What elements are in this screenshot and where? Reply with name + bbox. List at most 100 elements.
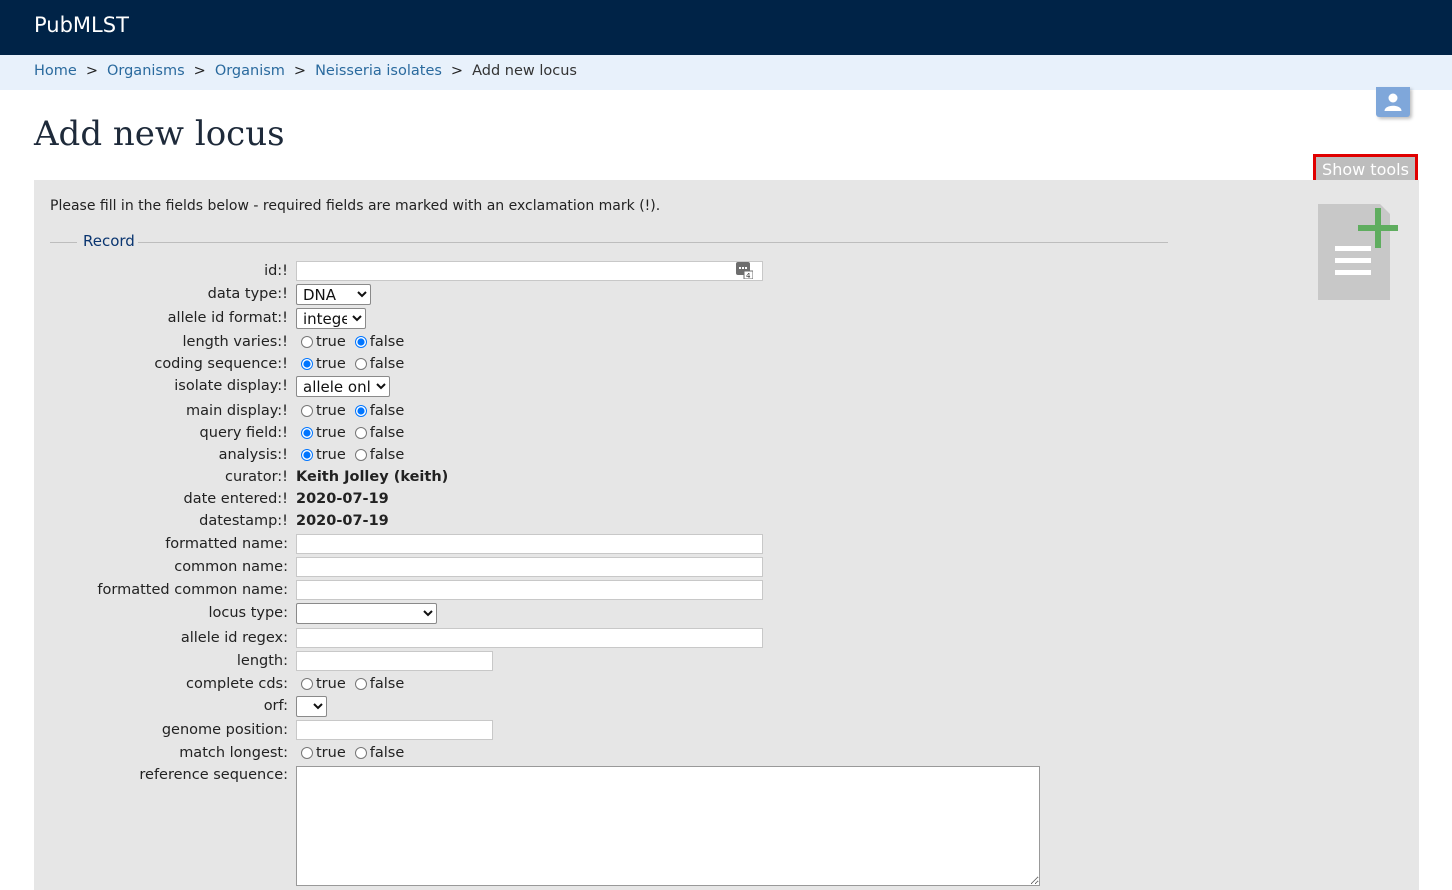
top-navigation-bar: PubMLST xyxy=(0,0,1452,55)
allele-id-format-label: allele id format:! xyxy=(167,310,288,326)
breadcrumb-organism[interactable]: Organism xyxy=(215,63,285,79)
row-locus-type: locus type: xyxy=(34,602,437,624)
form-instructions: Please fill in the fields below - requir… xyxy=(50,198,661,214)
data-type-select[interactable]: DNA xyxy=(296,283,371,305)
datestamp-value: 2020-07-19 xyxy=(296,513,389,529)
query-field-false-radio[interactable] xyxy=(354,427,367,439)
orf-select[interactable] xyxy=(296,695,327,717)
breadcrumb-home[interactable]: Home xyxy=(34,63,77,79)
radio-false-label: false xyxy=(369,425,405,441)
radio-true-label: true xyxy=(316,425,346,441)
data-type-label: data type:! xyxy=(207,286,288,302)
row-orf: orf: xyxy=(34,695,327,717)
formatted-name-label: formatted name: xyxy=(165,536,288,552)
date-entered-label: date entered:! xyxy=(183,491,289,507)
length-input[interactable] xyxy=(296,651,493,671)
coding-sequence-false-radio[interactable] xyxy=(354,358,367,370)
isolate-display-label: isolate display:! xyxy=(174,378,288,394)
common-name-label: common name: xyxy=(174,559,288,575)
reference-sequence-textarea[interactable] xyxy=(296,766,1040,886)
locus-type-select[interactable] xyxy=(296,602,437,624)
complete-cds-true-radio[interactable] xyxy=(301,678,313,690)
length-label: length: xyxy=(236,653,288,669)
analysis-label: analysis:! xyxy=(218,447,288,463)
row-date-entered: date entered:! 2020-07-19 xyxy=(34,488,389,510)
main-display-true-radio[interactable] xyxy=(301,405,313,417)
radio-false-label: false xyxy=(369,676,405,692)
svg-text:4: 4 xyxy=(746,272,751,279)
id-input[interactable] xyxy=(296,261,763,281)
common-name-input[interactable] xyxy=(296,557,763,577)
breadcrumb-neisseria-isolates[interactable]: Neisseria isolates xyxy=(315,63,442,79)
row-data-type: data type:! DNA xyxy=(34,283,371,305)
datestamp-label: datestamp:! xyxy=(199,513,288,529)
match-longest-true-radio[interactable] xyxy=(301,747,313,759)
radio-true-label: true xyxy=(316,447,346,463)
row-length-varies: length varies:! true false xyxy=(34,331,408,353)
form-panel: Please fill in the fields below - requir… xyxy=(34,180,1419,890)
breadcrumb-separator: > xyxy=(193,63,206,79)
radio-true-label: true xyxy=(316,676,346,692)
complete-cds-false-radio[interactable] xyxy=(354,678,367,690)
page-title: Add new locus xyxy=(34,114,285,154)
row-allele-id-regex: allele id regex: xyxy=(34,627,763,649)
row-isolate-display: isolate display:! allele only xyxy=(34,375,390,397)
formatted-name-input[interactable] xyxy=(296,534,763,554)
site-brand[interactable]: PubMLST xyxy=(34,13,129,37)
breadcrumb-current: Add new locus xyxy=(472,63,577,79)
row-formatted-name: formatted name: xyxy=(34,533,763,555)
complete-cds-label: complete cds: xyxy=(186,676,288,692)
query-field-true-radio[interactable] xyxy=(301,427,313,439)
row-curator: curator:! Keith Jolley (keith) xyxy=(34,466,448,488)
allele-id-regex-input[interactable] xyxy=(296,628,763,648)
row-match-longest: match longest: true false xyxy=(34,742,408,764)
fieldset-legend: Record xyxy=(83,232,135,250)
main-display-false-radio[interactable] xyxy=(354,405,367,417)
match-longest-false-radio[interactable] xyxy=(354,747,367,759)
breadcrumb: Home > Organisms > Organism > Neisseria … xyxy=(0,55,1452,90)
genome-position-label: genome position: xyxy=(161,722,288,738)
breadcrumb-separator: > xyxy=(85,63,98,79)
row-query-field: query field:! true false xyxy=(34,422,408,444)
row-coding-sequence: coding sequence:! true false xyxy=(34,353,408,375)
formatted-common-name-input[interactable] xyxy=(296,580,763,600)
id-label: id:! xyxy=(264,263,288,279)
locus-type-label: locus type: xyxy=(208,605,288,621)
user-icon[interactable] xyxy=(1376,87,1410,117)
row-main-display: main display:! true false xyxy=(34,400,408,422)
row-datestamp: datestamp:! 2020-07-19 xyxy=(34,510,389,532)
length-varies-true-radio[interactable] xyxy=(301,336,313,348)
row-id: id:! 4 xyxy=(34,260,763,282)
reference-sequence-label: reference sequence: xyxy=(139,767,288,783)
row-analysis: analysis:! true false xyxy=(34,444,408,466)
length-varies-label: length varies:! xyxy=(182,334,288,350)
next-id-icon[interactable]: 4 xyxy=(736,262,754,280)
breadcrumb-separator: > xyxy=(450,63,464,79)
breadcrumb-separator: > xyxy=(293,63,307,79)
add-document-icon[interactable] xyxy=(1318,204,1402,302)
formatted-common-name-label: formatted common name: xyxy=(97,582,288,598)
genome-position-input[interactable] xyxy=(296,720,493,740)
coding-sequence-true-radio[interactable] xyxy=(301,358,313,370)
radio-false-label: false xyxy=(369,403,405,419)
radio-true-label: true xyxy=(316,403,346,419)
row-reference-sequence: reference sequence: xyxy=(34,765,1040,886)
row-common-name: common name: xyxy=(34,556,763,578)
analysis-false-radio[interactable] xyxy=(354,449,367,461)
match-longest-label: match longest: xyxy=(179,745,288,761)
coding-sequence-label: coding sequence:! xyxy=(154,356,288,372)
curator-label: curator:! xyxy=(225,469,288,485)
isolate-display-select[interactable]: allele only xyxy=(296,375,390,397)
radio-false-label: false xyxy=(369,356,405,372)
date-entered-value: 2020-07-19 xyxy=(296,491,389,507)
breadcrumb-organisms[interactable]: Organisms xyxy=(107,63,185,79)
row-complete-cds: complete cds: true false xyxy=(34,673,408,695)
radio-false-label: false xyxy=(369,447,405,463)
length-varies-false-radio[interactable] xyxy=(354,336,367,348)
analysis-true-radio[interactable] xyxy=(301,449,313,461)
radio-false-label: false xyxy=(369,334,405,350)
main-display-label: main display:! xyxy=(186,403,288,419)
allele-id-format-select[interactable]: integer xyxy=(296,307,366,329)
allele-id-regex-label: allele id regex: xyxy=(180,630,288,646)
row-genome-position: genome position: xyxy=(34,719,493,741)
